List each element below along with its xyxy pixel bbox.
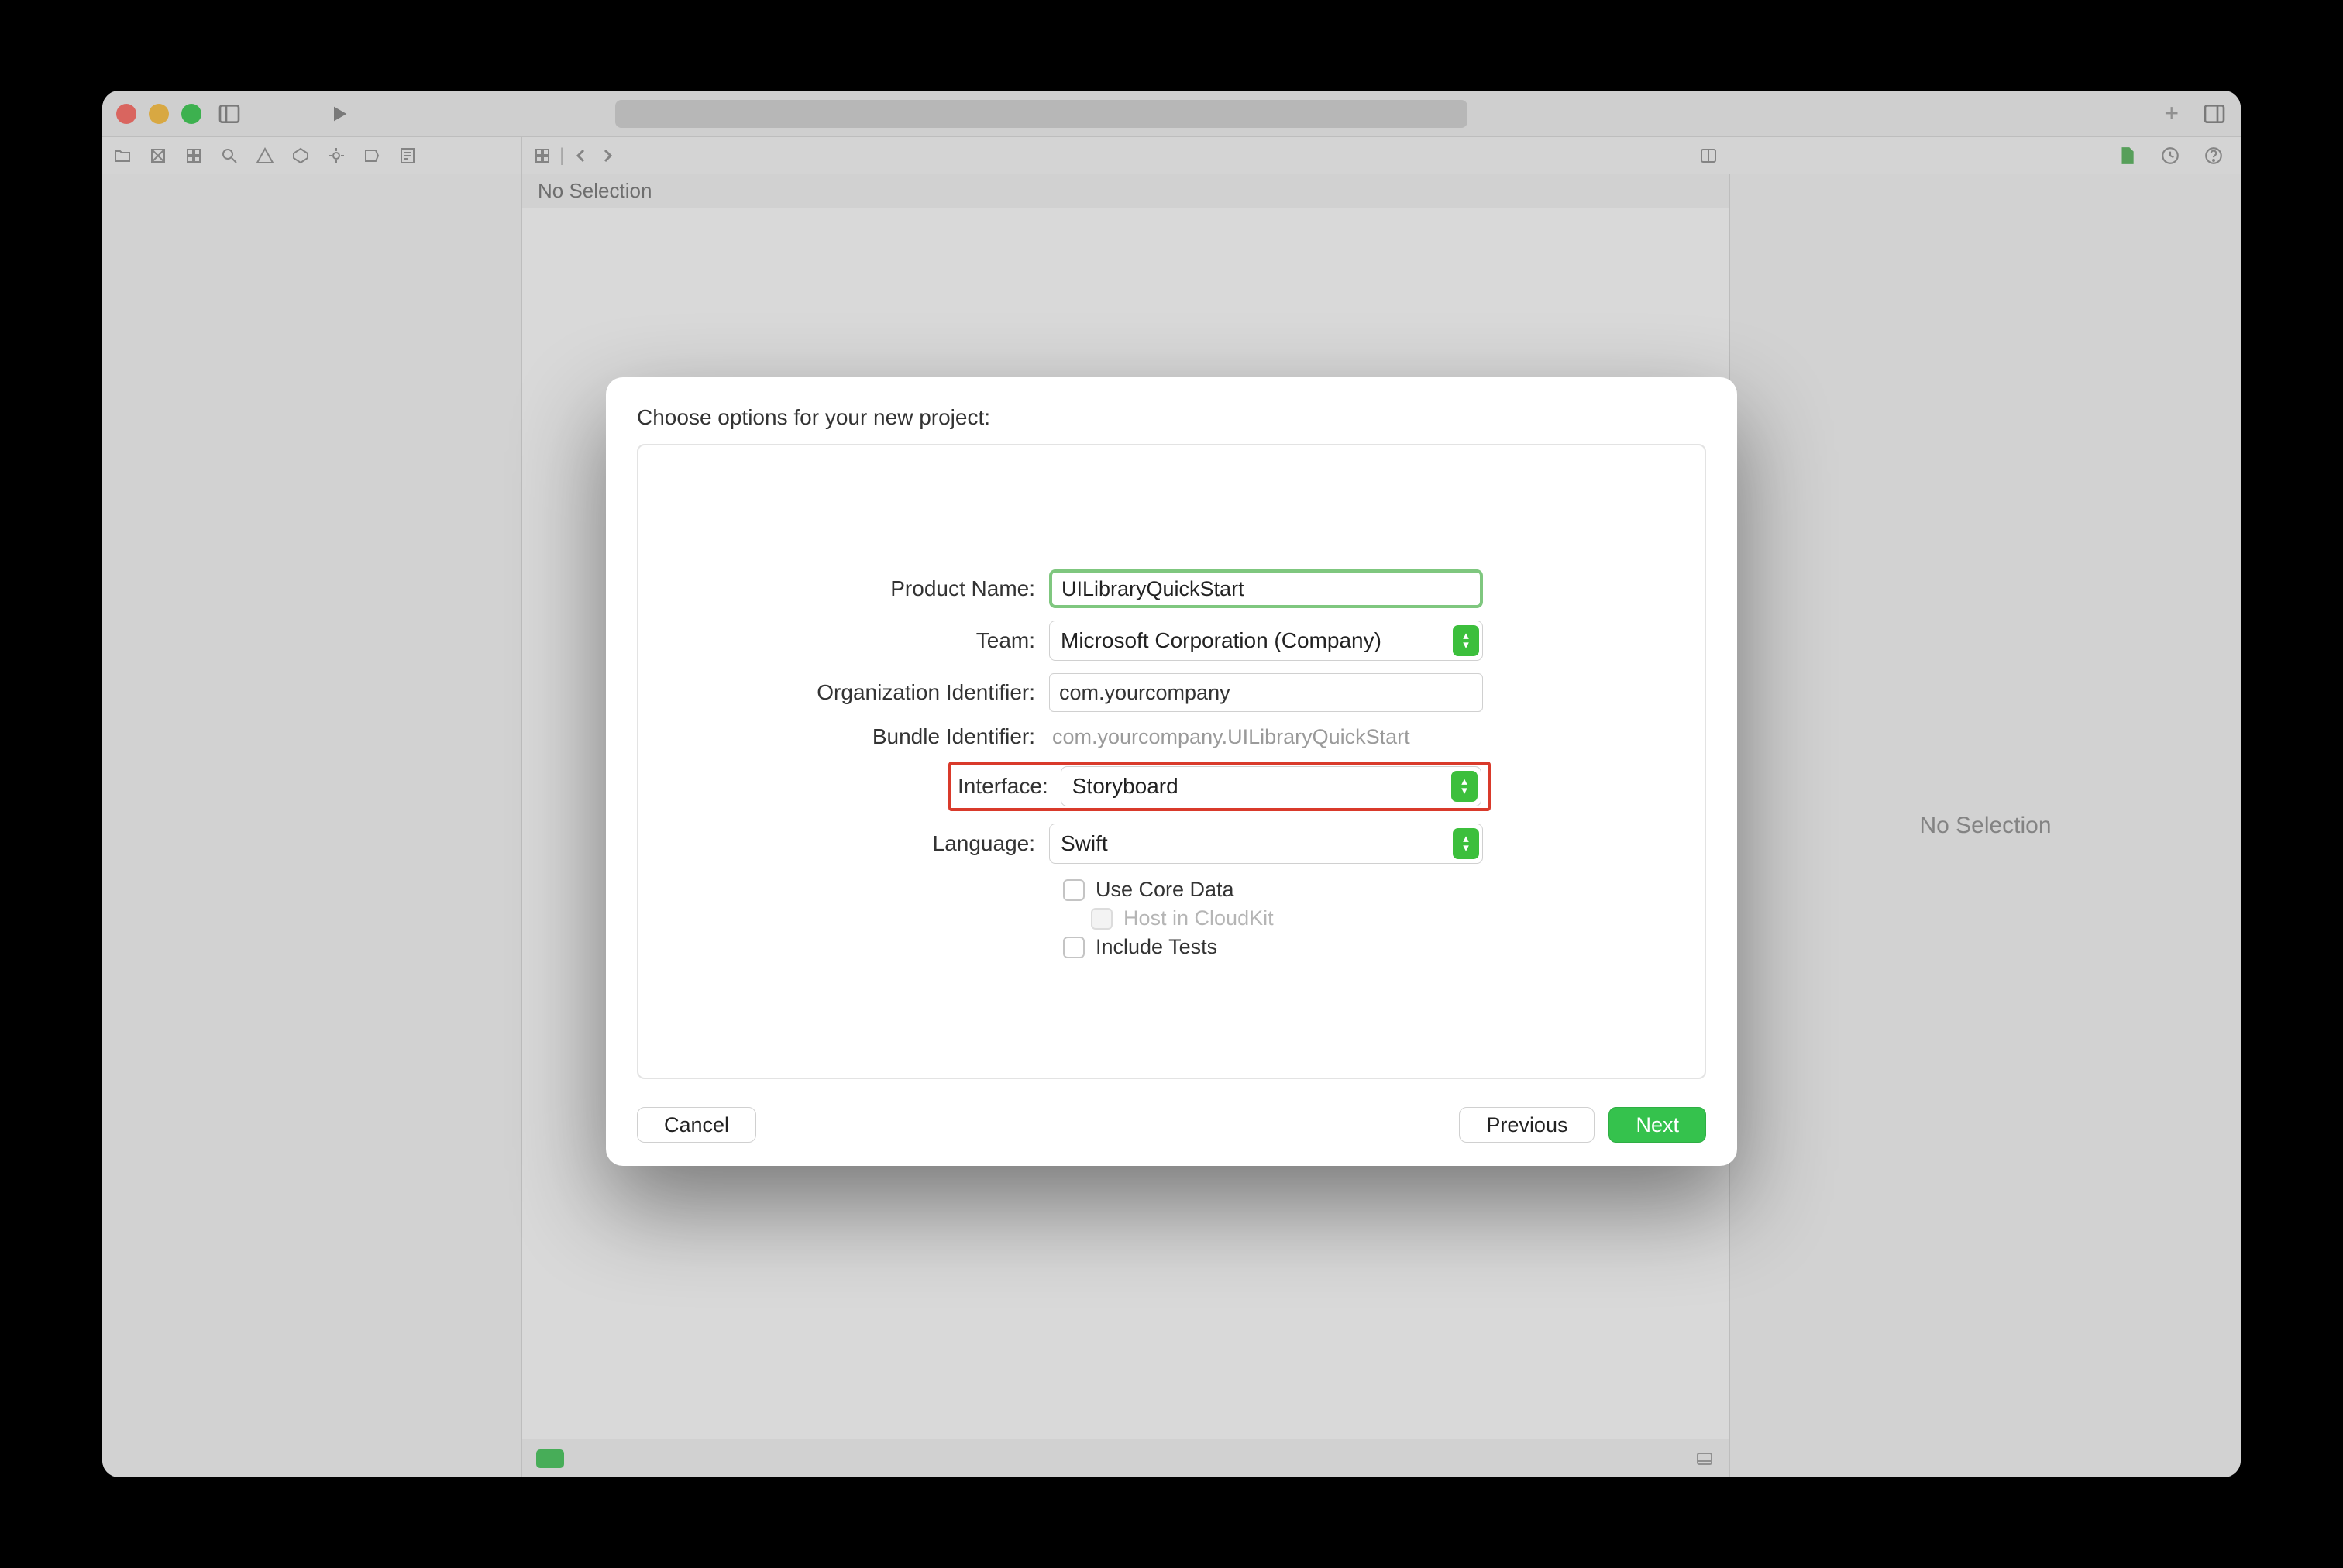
host-cloudkit-row: Host in CloudKit [1091, 906, 1666, 930]
symbol-navigator-icon[interactable] [184, 146, 203, 165]
language-popup[interactable]: Swift [1049, 824, 1483, 864]
debug-active-indicator-icon[interactable] [536, 1449, 564, 1468]
zoom-window-button[interactable] [181, 104, 201, 124]
xcode-window: + | [102, 91, 2241, 1477]
popup-arrows-icon [1453, 625, 1479, 656]
related-items-icon[interactable] [533, 146, 552, 165]
interface-label: Interface: [953, 774, 1061, 799]
editor-path-bar: No Selection [522, 174, 1729, 208]
editor-options-icon[interactable] [1699, 146, 1718, 165]
language-value: Swift [1061, 831, 1108, 856]
use-core-data-label: Use Core Data [1096, 878, 1234, 902]
language-label: Language: [677, 831, 1049, 856]
test-navigator-icon[interactable] [291, 146, 310, 165]
nav-back-icon[interactable] [572, 146, 590, 165]
issue-navigator-icon[interactable] [256, 146, 274, 165]
debug-bar [522, 1439, 1729, 1477]
sidebar-toggle-icon[interactable] [217, 101, 242, 126]
inspector-tabs [1729, 137, 2241, 174]
include-tests-row[interactable]: Include Tests [1063, 935, 1666, 959]
cancel-button[interactable]: Cancel [637, 1107, 756, 1143]
popup-arrows-icon [1451, 771, 1478, 802]
navigator-panel [102, 174, 522, 1477]
window-traffic-lights [116, 104, 201, 124]
next-button[interactable]: Next [1608, 1107, 1706, 1143]
interface-row-highlight: Interface: Storyboard [948, 762, 1491, 811]
library-toggle-icon[interactable] [2202, 101, 2227, 126]
nav-forward-icon[interactable] [598, 146, 617, 165]
sheet-title: Choose options for your new project: [637, 405, 1706, 430]
add-tab-button[interactable]: + [2164, 99, 2179, 128]
source-control-navigator-icon[interactable] [149, 146, 167, 165]
team-value: Microsoft Corporation (Company) [1061, 628, 1381, 653]
new-project-options-sheet: Choose options for your new project: Pro… [606, 377, 1737, 1166]
run-button-icon[interactable] [327, 101, 352, 126]
use-core-data-row[interactable]: Use Core Data [1063, 878, 1666, 902]
breakpoint-navigator-icon[interactable] [363, 146, 381, 165]
use-core-data-checkbox[interactable] [1063, 879, 1085, 901]
titlebar: + [102, 91, 2241, 137]
host-cloudkit-label: Host in CloudKit [1123, 906, 1274, 930]
product-name-input[interactable] [1049, 569, 1483, 608]
popup-arrows-icon [1453, 828, 1479, 859]
product-name-label: Product Name: [677, 576, 1049, 601]
navigator-tabs [102, 137, 522, 174]
team-popup[interactable]: Microsoft Corporation (Company) [1049, 621, 1483, 661]
interface-value: Storyboard [1072, 774, 1178, 799]
bundle-id-label: Bundle Identifier: [677, 724, 1049, 749]
inspector-no-selection-label: No Selection [1919, 813, 2051, 839]
interface-popup[interactable]: Storyboard [1061, 766, 1481, 806]
help-inspector-icon[interactable] [2204, 146, 2224, 166]
include-tests-checkbox[interactable] [1063, 937, 1085, 958]
close-window-button[interactable] [116, 104, 136, 124]
history-inspector-icon[interactable] [2160, 146, 2180, 166]
report-navigator-icon[interactable] [398, 146, 417, 165]
options-form: Product Name: Team: Microsoft Corporatio… [637, 444, 1706, 1079]
org-id-input[interactable] [1049, 673, 1483, 712]
debug-console-toggle-icon[interactable] [1694, 1449, 1715, 1468]
navigator-filter-bar: | [102, 137, 2241, 174]
sheet-button-row: Cancel Previous Next [637, 1107, 1706, 1143]
previous-button[interactable]: Previous [1459, 1107, 1595, 1143]
inspector-panel: No Selection [1729, 174, 2241, 1477]
editor-no-selection-label: No Selection [538, 179, 652, 203]
file-inspector-icon[interactable] [2117, 146, 2137, 166]
debug-navigator-icon[interactable] [327, 146, 346, 165]
org-id-label: Organization Identifier: [677, 680, 1049, 705]
project-navigator-icon[interactable] [113, 146, 132, 165]
minimize-window-button[interactable] [149, 104, 169, 124]
editor-nav-controls: | [522, 137, 1729, 174]
scheme-address-bar[interactable] [615, 100, 1467, 128]
team-label: Team: [677, 628, 1049, 653]
include-tests-label: Include Tests [1096, 935, 1217, 959]
find-navigator-icon[interactable] [220, 146, 239, 165]
bundle-id-value: com.yourcompany.UILibraryQuickStart [1049, 725, 1410, 749]
host-cloudkit-checkbox [1091, 908, 1113, 930]
